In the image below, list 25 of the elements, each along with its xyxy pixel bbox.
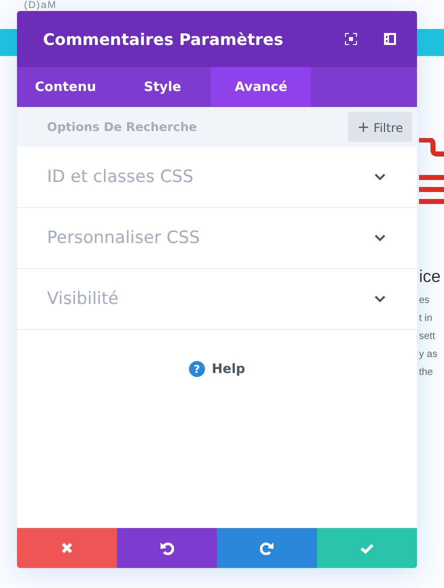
redo-icon: [260, 541, 274, 555]
sidebar-icon[interactable]: [384, 33, 396, 45]
checkmark-icon: [360, 542, 374, 554]
body-text: sett: [419, 330, 436, 344]
page-heading: (D)aM: [24, 0, 57, 11]
tab[interactable]: Style: [114, 67, 211, 107]
close-icon: [61, 542, 73, 554]
section-title: ice: [419, 266, 441, 288]
panel-title: Commentaires Paramètres: [43, 30, 284, 48]
search-field[interactable]: Options De Recherche + Filtre: [17, 107, 417, 147]
help-link[interactable]: ? Help: [188, 361, 246, 377]
section-label: Visibilité: [47, 289, 120, 309]
body-text: es: [419, 294, 430, 308]
body-text: y as: [419, 348, 438, 362]
body-text: the: [419, 366, 433, 380]
undo-icon: [160, 541, 174, 555]
fullscreen-icon[interactable]: [345, 33, 357, 45]
section-label: ID et classes CSS: [47, 167, 194, 187]
tab[interactable]: Avancé: [211, 67, 311, 107]
tab[interactable]: Contenu: [17, 67, 114, 107]
filter-button[interactable]: + Filtre: [348, 112, 412, 142]
section-label: Personnaliser CSS: [47, 228, 201, 248]
redo-button[interactable]: [217, 528, 317, 568]
undo-button[interactable]: [117, 528, 217, 568]
body-text: t in: [419, 312, 432, 326]
